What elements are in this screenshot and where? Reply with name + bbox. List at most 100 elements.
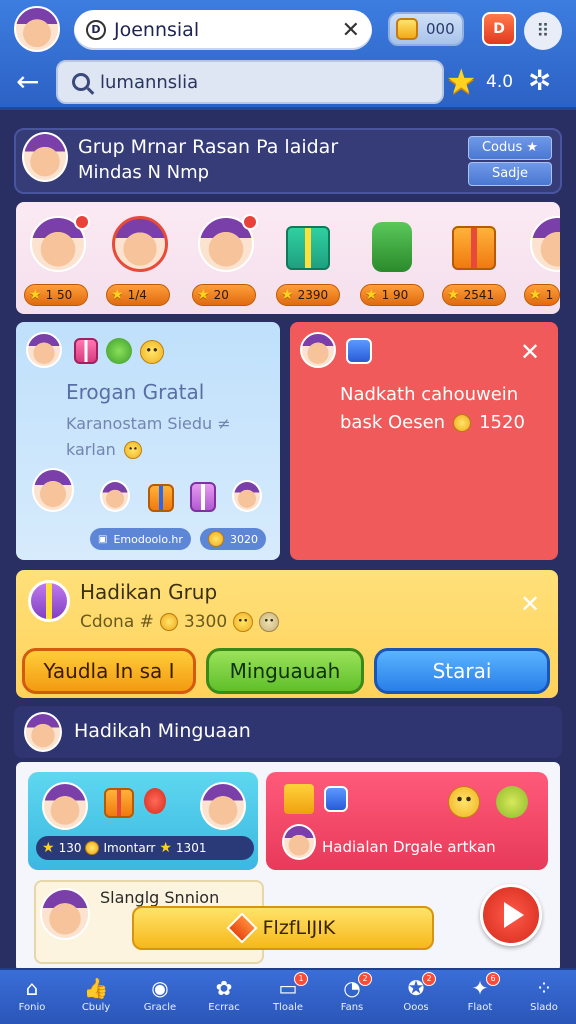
smiley-icon bbox=[259, 612, 280, 632]
star-icon: ★ bbox=[29, 287, 42, 303]
nav-badge: 1 bbox=[294, 972, 308, 986]
notification-text: Nadkath cahouwein bbox=[340, 384, 519, 405]
group-gift-subtitle: Cdona # 3300 bbox=[80, 612, 280, 632]
member-score: 2390 bbox=[297, 288, 329, 302]
shield-icon bbox=[346, 338, 372, 364]
pet-icon: ✿ bbox=[215, 976, 233, 1000]
close-icon[interactable]: ✕ bbox=[520, 338, 540, 366]
star-icon: ★ bbox=[447, 287, 460, 303]
member-score-pill: ★ 1 50 bbox=[24, 284, 88, 306]
home-icon: ⌂ bbox=[25, 976, 39, 1000]
nav-badge: 6 bbox=[486, 972, 500, 986]
member-card[interactable]: ★ 2541 bbox=[442, 212, 512, 308]
nav-item-ecrrac[interactable]: ✿ Ecrrac bbox=[192, 970, 256, 1024]
nav-item-fonio[interactable]: ⌂ Fonio bbox=[0, 970, 64, 1024]
member-score-pill: ★ 2390 bbox=[276, 284, 340, 306]
member-card[interactable]: ★ 1 50 bbox=[24, 212, 94, 308]
shield-icon: ◉ bbox=[151, 976, 169, 1000]
face-block-icon bbox=[284, 784, 314, 814]
member-strip: ★ 1 50 ★ 1/4 ★ 20 ★ 2390 ★ 1 90 ★ 2541 ★ 1 bbox=[16, 202, 560, 314]
balloon-icon bbox=[144, 788, 166, 814]
nav-item-cbuly[interactable]: 👍 Cbuly bbox=[64, 970, 128, 1024]
group-subtitle: Mindas N Nmp bbox=[78, 162, 210, 183]
member-score-pill: ★ 2541 bbox=[442, 284, 506, 306]
card-avatar bbox=[26, 332, 62, 368]
coin-icon bbox=[396, 18, 418, 40]
start-button[interactable]: Starai bbox=[374, 648, 550, 694]
star-icon: ★ bbox=[365, 287, 378, 303]
coin-icon bbox=[85, 841, 100, 855]
search-input[interactable] bbox=[100, 71, 400, 93]
notification-value: 1520 bbox=[479, 412, 525, 433]
group-sadje-button[interactable]: Sadje bbox=[468, 162, 552, 186]
nav-item-label: Gracle bbox=[143, 1002, 177, 1013]
flink-button[interactable]: FlzfLIJIK bbox=[132, 906, 434, 950]
gift-icon bbox=[28, 580, 70, 622]
group-codus-button[interactable]: Codus ★ bbox=[468, 136, 552, 160]
notification-line-2: bask Oesen 1520 bbox=[340, 412, 525, 433]
card-coin-pill: 3020 bbox=[200, 528, 266, 550]
member-card[interactable]: ★ 1/4 bbox=[106, 212, 176, 308]
notification-badge bbox=[242, 214, 258, 230]
shop-button[interactable]: D bbox=[482, 12, 516, 46]
back-arrow-icon[interactable]: ← bbox=[16, 64, 46, 100]
thumb-icon: 👍 bbox=[83, 976, 109, 1000]
menu-button[interactable]: ⠿ bbox=[524, 12, 562, 50]
smiley-icon bbox=[448, 786, 480, 818]
member-score: 20 bbox=[213, 288, 229, 302]
member-score-pill: ★ 1 bbox=[524, 284, 560, 306]
nav-item-label: Cbuly bbox=[81, 1002, 111, 1013]
card-link-pill[interactable]: ▣ Emodoolo.hr bbox=[90, 528, 191, 550]
star-icon: ★ bbox=[197, 287, 210, 303]
card-avatar bbox=[42, 782, 88, 830]
star-rating: 4.0 bbox=[486, 72, 514, 92]
nav-item-gracle[interactable]: ◉ Gracle bbox=[128, 970, 192, 1024]
promo-title: Slanglg Snnion bbox=[100, 888, 220, 907]
nav-item-slado[interactable]: ⁘ Slado bbox=[512, 970, 576, 1024]
screen-icon: ▭ bbox=[278, 976, 298, 1000]
star-icon: ★ bbox=[159, 840, 172, 856]
nav-item-tloale[interactable]: ▭ Tloale 1 bbox=[256, 970, 320, 1024]
star-icon: ★ bbox=[42, 840, 55, 856]
coin-icon bbox=[159, 613, 178, 631]
member-card[interactable]: ★ 1 bbox=[524, 212, 560, 308]
nav-item-flaot[interactable]: ✦ Flaot 6 bbox=[448, 970, 512, 1024]
member-score: 1 50 bbox=[45, 288, 73, 302]
nav-item-fans[interactable]: ◔ Fans 2 bbox=[320, 970, 384, 1024]
nav-badge: 2 bbox=[422, 972, 436, 986]
weekly-pink-text: Hadialan Drgale artkan bbox=[322, 838, 496, 856]
weekly-button[interactable]: Minguauah bbox=[206, 648, 364, 694]
nav-item-label: Ecrrac bbox=[208, 1002, 240, 1013]
frog-icon bbox=[106, 338, 132, 364]
send-gift-button[interactable]: Yaudla In sa I bbox=[22, 648, 196, 694]
flink-label: FlzfLIJIK bbox=[262, 917, 336, 939]
nav-item-ooos[interactable]: ✪ Ooos 2 bbox=[384, 970, 448, 1024]
play-button[interactable] bbox=[480, 884, 542, 946]
coin-balance[interactable]: 000 bbox=[388, 12, 464, 46]
member-card[interactable]: ★ 2390 bbox=[276, 212, 346, 308]
shield-icon bbox=[324, 786, 348, 812]
star-icon: ★ bbox=[281, 287, 294, 303]
member-score-pill: ★ 1/4 bbox=[106, 284, 170, 306]
member-score-pill: ★ 1 90 bbox=[360, 284, 424, 306]
title-pill[interactable]: D Joennsial ✕ bbox=[74, 10, 372, 50]
search-bar[interactable] bbox=[56, 60, 444, 104]
member-card[interactable]: ★ 20 bbox=[192, 212, 262, 308]
member-avatar bbox=[530, 216, 560, 272]
nav-item-label: Flaot bbox=[467, 1002, 493, 1013]
close-icon[interactable]: ✕ bbox=[342, 18, 360, 43]
nav-item-label: Slado bbox=[530, 1002, 558, 1013]
card-subtitle-2: karlan bbox=[66, 440, 142, 459]
app-title: Joennsial bbox=[114, 19, 200, 41]
card-avatar bbox=[232, 480, 262, 512]
nav-badge: 2 bbox=[358, 972, 372, 986]
member-card[interactable]: ★ 1 90 bbox=[360, 212, 430, 308]
nav-item-label: Fonio bbox=[18, 1002, 46, 1013]
nav-item-label: Ooos bbox=[403, 1002, 429, 1013]
close-icon[interactable]: ✕ bbox=[520, 590, 540, 618]
gear-icon[interactable]: ✲ bbox=[528, 64, 551, 97]
star-icon: ★ bbox=[111, 287, 124, 303]
profile-avatar[interactable] bbox=[14, 6, 60, 52]
member-score: 1 90 bbox=[381, 288, 409, 302]
shop-label: D bbox=[493, 21, 505, 37]
